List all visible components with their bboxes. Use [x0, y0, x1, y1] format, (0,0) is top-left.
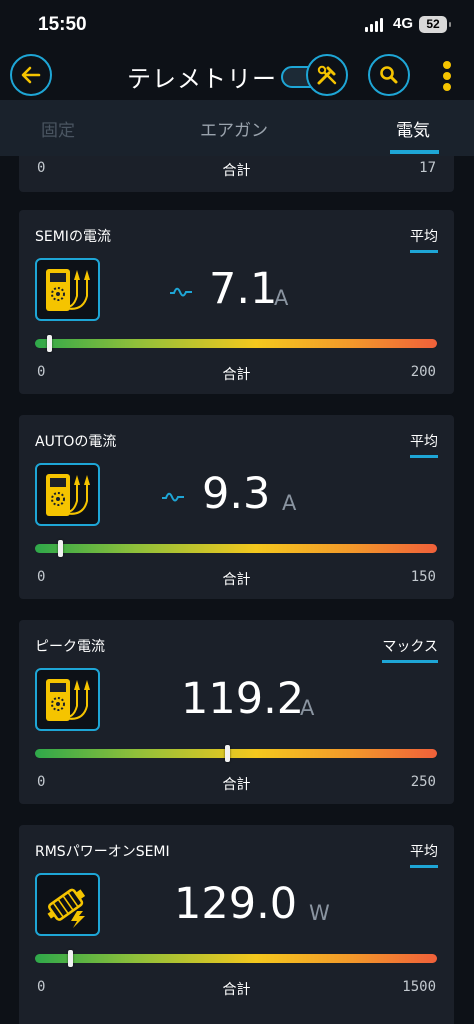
gauge-bar [35, 540, 437, 557]
waveform-icon [170, 287, 192, 297]
battery-icon: 52 [419, 16, 451, 33]
telemetry-card-peak-current[interactable]: ピーク電流 マックス 119.2 A 0 合計 250 [19, 620, 454, 804]
search-icon [380, 66, 398, 84]
scale-max: 200 [410, 364, 436, 380]
card-label: RMSパワーオンSEMI [35, 844, 170, 860]
tab-fixed[interactable]: 固定 [41, 116, 75, 141]
gauge-marker [224, 745, 230, 762]
active-tab-indicator [390, 150, 439, 154]
gauge-marker [67, 950, 73, 967]
tools-button[interactable] [306, 54, 348, 96]
arrow-left-icon [21, 66, 41, 84]
scale-total-label: 合計 [222, 572, 251, 588]
gauge-bar [35, 335, 437, 352]
gauge-bar [35, 745, 437, 762]
reading-unit: A [300, 696, 315, 720]
gauge-marker [47, 335, 53, 352]
status-bar: 15:50 4G 52 [0, 0, 474, 50]
waveform-icon [162, 492, 184, 502]
search-button[interactable] [368, 54, 410, 96]
card-label: ピーク電流 [35, 639, 105, 655]
scale-max: 250 [410, 774, 436, 790]
tab-airgun[interactable]: エアガン [200, 116, 268, 141]
card-label: AUTOの電流 [35, 434, 117, 450]
scale-total-label: 合計 [222, 982, 251, 998]
page-title: テレメトリー [127, 65, 277, 93]
reading-unit: W [309, 901, 330, 925]
scale-max: 150 [410, 569, 436, 585]
more-icon [443, 61, 451, 69]
more-menu-button[interactable] [440, 59, 454, 91]
scale-total-label: 合計 [222, 163, 251, 179]
scale-max: 17 [419, 160, 436, 176]
reading-unit: A [274, 286, 289, 310]
scale-max: 1500 [402, 979, 436, 995]
tools-icon [317, 65, 337, 85]
scale-total-label: 合計 [222, 367, 251, 383]
card-label: SEMIの電流 [35, 229, 111, 245]
mode-average-label[interactable]: 平均 [410, 226, 438, 253]
network-label: 4G [393, 15, 414, 32]
back-button[interactable] [10, 54, 52, 96]
telemetry-card-semi-current[interactable]: SEMIの電流 平均 7.1 A 0 合計 200 [19, 210, 454, 394]
mode-max-label[interactable]: マックス [382, 636, 438, 663]
mode-average-label[interactable]: 平均 [410, 841, 438, 868]
reading-value: 119.2 [181, 674, 305, 724]
app-header: テレメトリー [0, 50, 474, 100]
telemetry-card-partial: 0 合計 17 [19, 156, 454, 192]
telemetry-card-rms-power-semi[interactable]: RMSパワーオンSEMI 平均 129.0 W 0 合計 1500 [19, 825, 454, 1024]
reading-unit: A [282, 491, 297, 515]
tab-electric[interactable]: 電気 [396, 116, 430, 141]
reading-value: 129.0 [174, 879, 298, 929]
reading-value: 7.1 [209, 264, 278, 314]
mode-average-label[interactable]: 平均 [410, 431, 438, 458]
reading-value: 9.3 [202, 469, 271, 519]
gauge-bar [35, 950, 437, 967]
status-time: 15:50 [38, 14, 87, 35]
scale-total-label: 合計 [222, 777, 251, 793]
gauge-marker [57, 540, 63, 557]
signal-icon [365, 18, 385, 32]
telemetry-card-auto-current[interactable]: AUTOの電流 平均 9.3 A 0 合計 150 [19, 415, 454, 599]
tab-bar: 固定 エアガン 電気 [0, 100, 474, 156]
